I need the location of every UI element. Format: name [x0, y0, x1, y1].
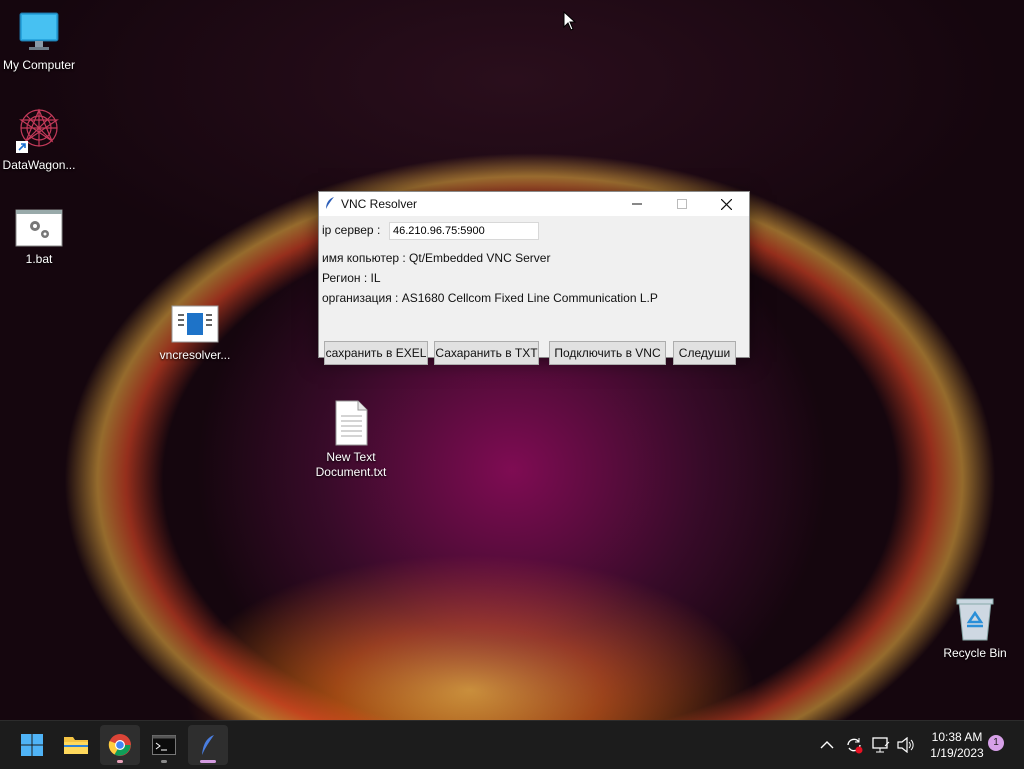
notification-badge[interactable]: 1 — [988, 735, 1004, 751]
text-document-icon — [333, 400, 369, 446]
desktop-icon-my-computer[interactable]: My Computer — [0, 10, 84, 73]
chevron-up-icon — [820, 741, 834, 749]
active-indicator — [200, 760, 216, 763]
sync-alert-icon — [847, 738, 863, 754]
computer-name-text: имя копьютер : Qt/Embedded VNC Server — [322, 251, 551, 265]
chrome-icon — [108, 734, 131, 756]
region-text: Регион : IL — [322, 271, 381, 285]
mouse-cursor-icon — [563, 10, 577, 36]
save-excel-button[interactable]: сахранить в EXEL — [324, 341, 428, 365]
speaker-icon — [897, 737, 914, 753]
tray-volume[interactable] — [897, 721, 915, 769]
taskbar-file-explorer[interactable] — [56, 725, 96, 765]
minimize-button[interactable] — [614, 192, 659, 216]
close-button[interactable] — [704, 192, 749, 216]
batch-file-icon — [15, 208, 63, 248]
taskbar-clock[interactable]: 10:38 AM 1/19/2023 — [918, 729, 996, 761]
tray-network[interactable] — [872, 721, 890, 769]
desktop-icon-1-bat[interactable]: 1.bat — [0, 208, 84, 267]
network-icon — [872, 737, 890, 753]
clock-time: 10:38 AM — [931, 730, 983, 744]
monitor-icon — [17, 10, 61, 54]
running-indicator — [161, 760, 167, 763]
desktop-icon-label: Recycle Bin — [943, 646, 1007, 660]
desktop-icon-label: vncresolver... — [159, 348, 231, 362]
terminal-icon — [152, 735, 176, 755]
datawagon-shortcut-icon — [15, 106, 63, 154]
desktop-icon-datawagon[interactable]: DataWagon... — [0, 106, 84, 173]
recycle-bin-icon — [955, 596, 995, 642]
minimize-icon — [631, 203, 642, 205]
desktop-icon-label: DataWagon... — [2, 158, 76, 172]
desktop-icon-label: New Text Document.txt — [315, 450, 387, 479]
maximize-icon — [676, 199, 687, 209]
taskbar-terminal[interactable] — [144, 725, 184, 765]
folder-icon — [64, 737, 88, 754]
connect-vnc-button[interactable]: Подключить в VNC — [549, 341, 666, 365]
ip-server-input[interactable] — [389, 222, 539, 240]
tray-overflow-button[interactable] — [820, 721, 834, 769]
taskbar-vnc-resolver[interactable] — [188, 725, 228, 765]
desktop-icon-recycle-bin[interactable]: Recycle Bin — [930, 596, 1020, 661]
maximize-button[interactable] — [659, 192, 704, 216]
close-icon — [721, 198, 732, 210]
desktop-icon-label: My Computer — [2, 58, 76, 72]
window-titlebar[interactable]: VNC Resolver — [319, 192, 749, 216]
taskbar-chrome[interactable] — [100, 725, 140, 765]
save-txt-button[interactable]: Сахаранить в TXT — [434, 341, 539, 365]
feather-icon — [202, 735, 214, 755]
desktop-icon-vncresolver[interactable]: vncresolver... — [150, 304, 240, 363]
vnc-resolver-window: VNC Resolver ip сервер : имя копьютер : … — [318, 191, 750, 365]
clock-date: 1/19/2023 — [930, 746, 984, 760]
window-title: VNC Resolver — [341, 197, 418, 211]
windows-logo-icon — [21, 734, 43, 756]
feather-icon — [319, 196, 341, 213]
desktop-icon-new-text-document[interactable]: New Text Document.txt — [306, 400, 396, 480]
running-indicator — [117, 760, 123, 763]
organization-text: организация : AS1680 Cellcom Fixed Line … — [322, 291, 658, 305]
desktop-icon-label: 1.bat — [25, 252, 53, 266]
taskbar: 10:38 AM 1/19/2023 — [0, 720, 1024, 769]
application-icon — [171, 304, 219, 344]
ip-label: ip сервер : — [322, 223, 381, 237]
start-button[interactable] — [12, 725, 52, 765]
next-button[interactable]: Следуши — [673, 341, 736, 365]
tray-update-status[interactable] — [845, 721, 863, 769]
